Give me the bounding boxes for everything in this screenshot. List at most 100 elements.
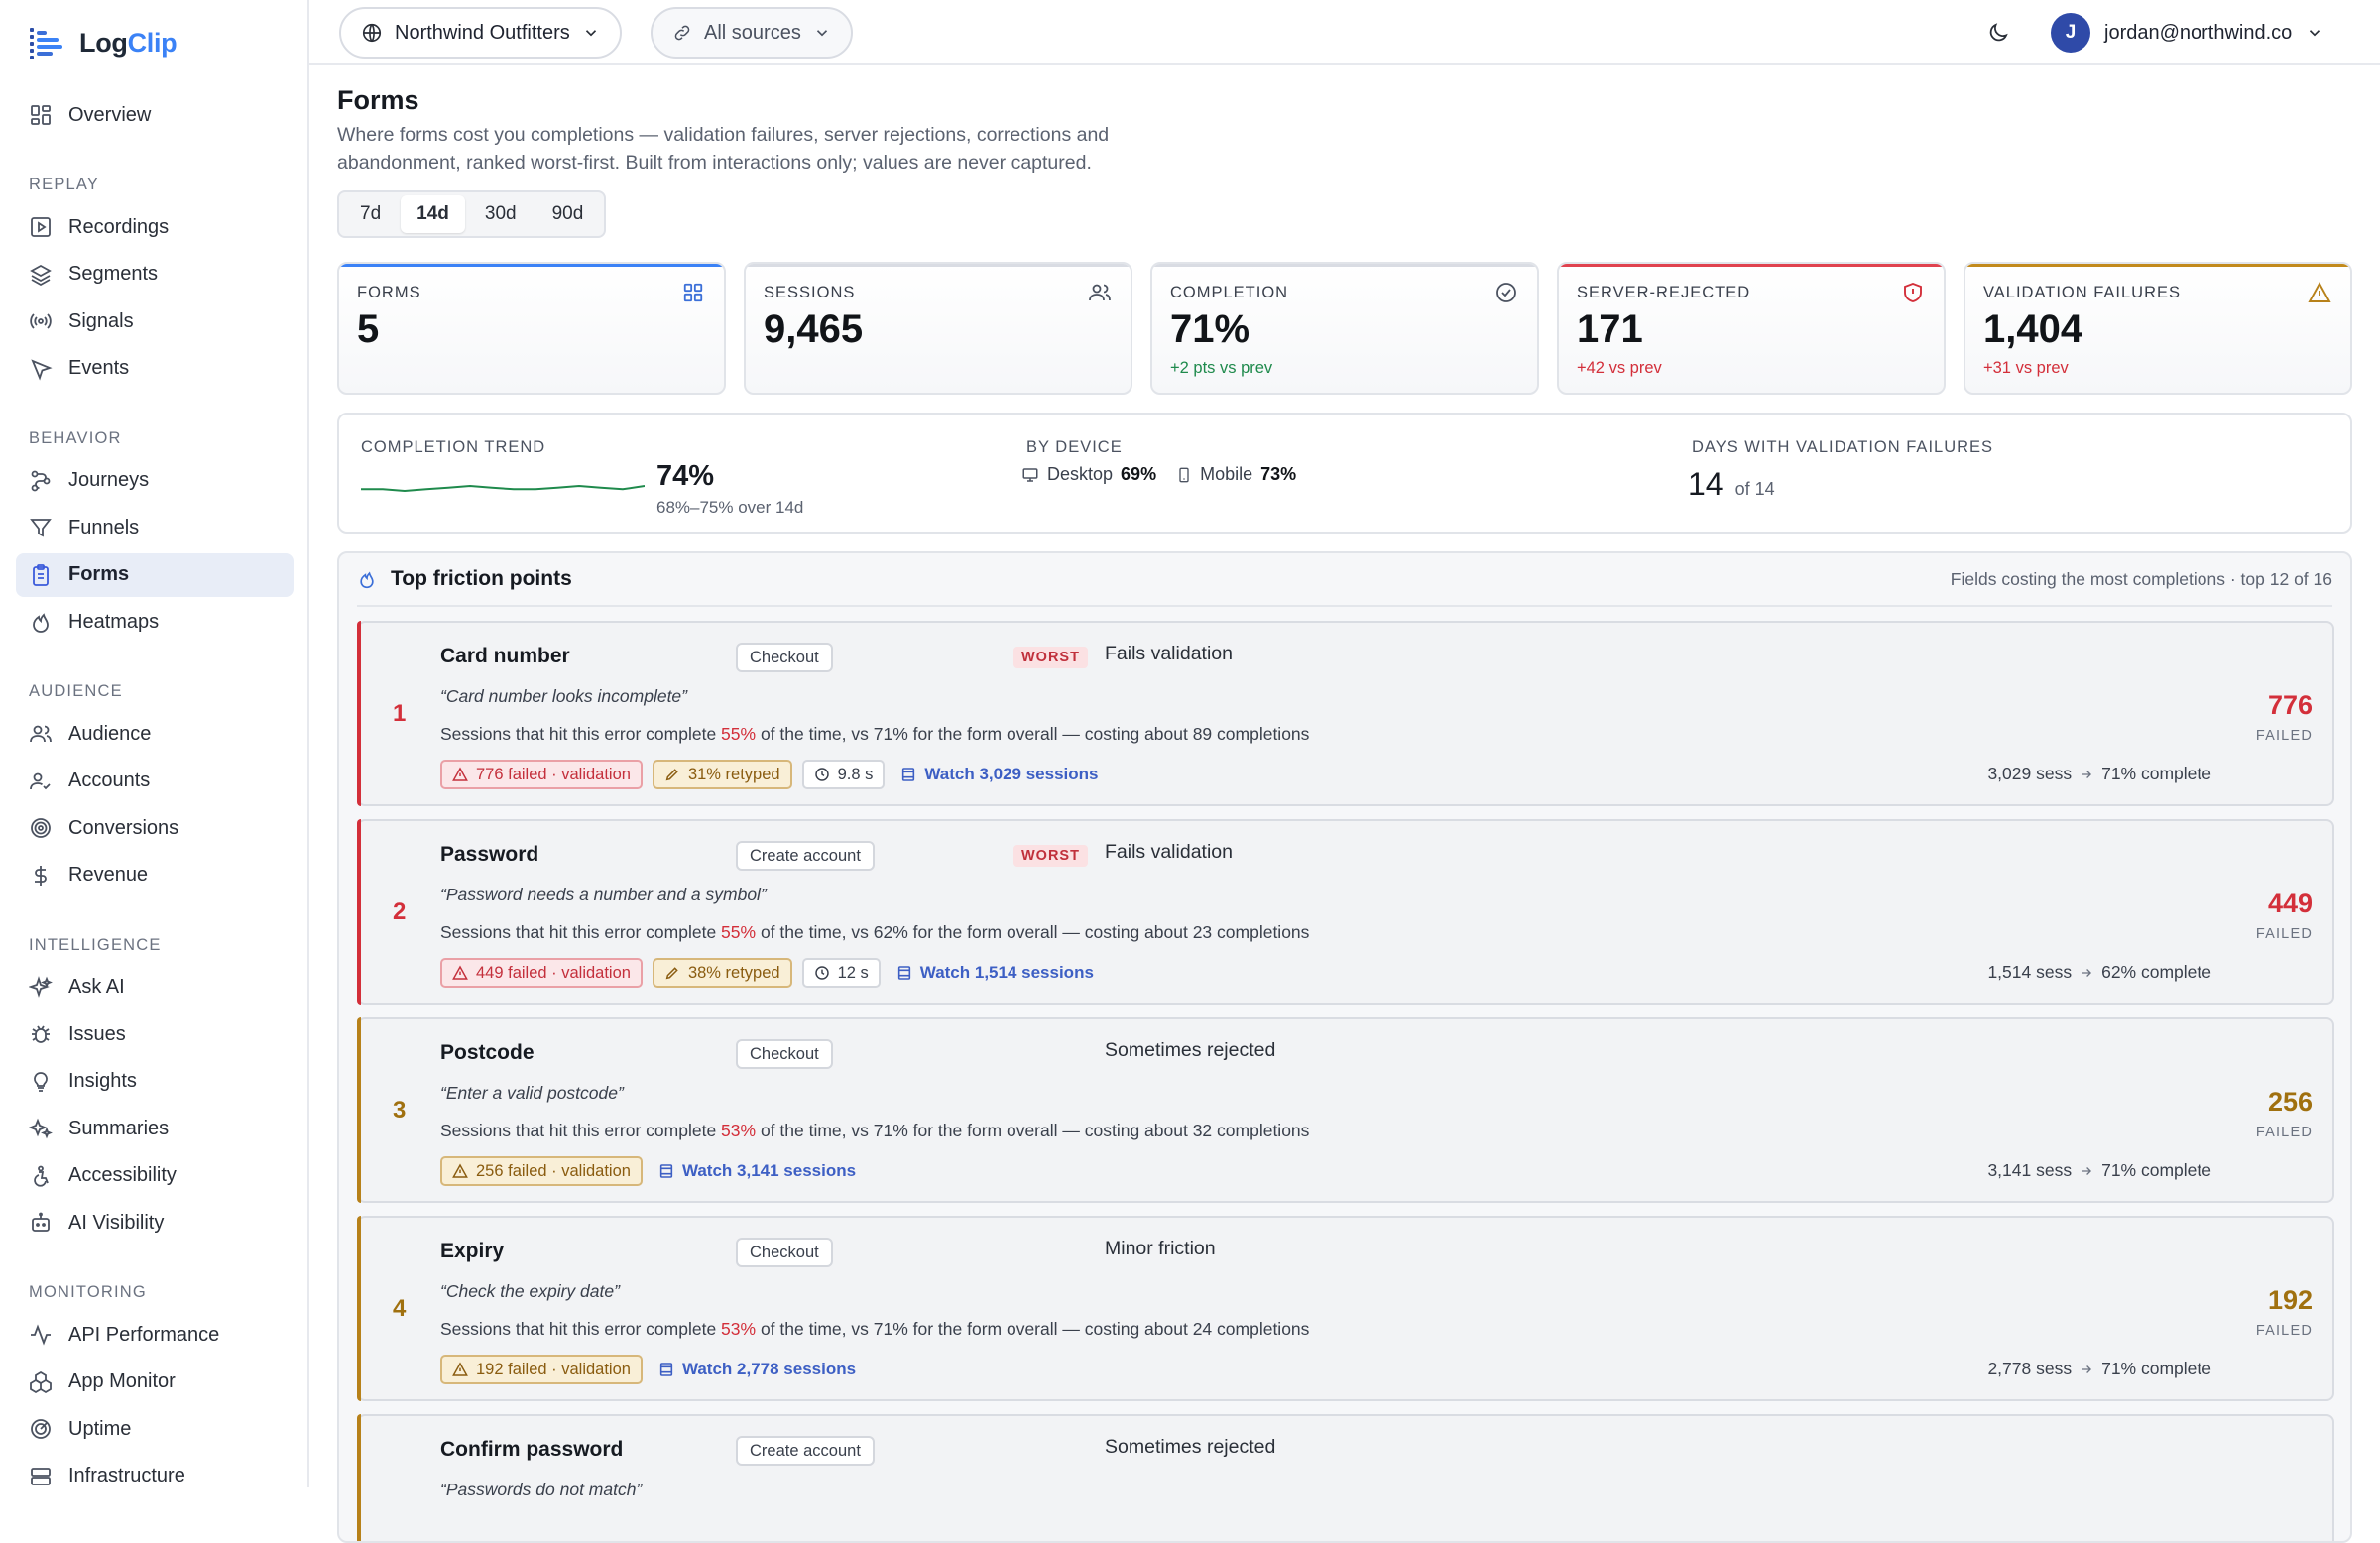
sidebar-item-accessibility[interactable]: Accessibility [16,1154,294,1198]
rank: 4 [393,1295,407,1322]
lightbulb-icon [28,1069,54,1095]
trend-label: COMPLETION TREND [361,438,546,456]
session-summary: 1,514 sess 62% complete [1987,962,2211,983]
field-name: Password [440,843,539,866]
friction-card[interactable]: Confirm password Create account Sometime… [357,1414,2334,1541]
logo[interactable]: LogClip [28,24,178,61]
sidebar-item-label: Recordings [68,215,170,238]
complete-pct: 62% complete [2101,962,2211,982]
sidebar-item-signals[interactable]: Signals [16,299,294,343]
sidebar-item-app-monitor[interactable]: App Monitor [16,1361,294,1404]
kpi-validation-failures: VALIDATION FAILURES 1,404 +31 vs prev [1964,262,2352,395]
sparkle-icon [28,975,54,1001]
watch-sessions-link[interactable]: Watch 3,029 sessions [900,765,1099,784]
sidebar: LogClip Overview REPLAY Recordings Segme… [0,0,309,1487]
chip-label: 31% retyped [687,765,780,783]
desc-part: Sessions that hit this error complete [440,1121,722,1140]
friction-card[interactable]: 3 Postcode Checkout Sometimes rejected “… [357,1017,2334,1203]
sidebar-item-audience[interactable]: Audience [16,712,294,756]
logo-text-b: Clip [127,27,178,58]
broadcast-icon [28,308,54,334]
sidebar-item-segments[interactable]: Segments [16,253,294,297]
sidebar-item-ask-ai[interactable]: Ask AI [16,966,294,1009]
sidebar-item-api-performance[interactable]: API Performance [16,1313,294,1357]
globe-icon [361,22,383,44]
link-icon [672,23,692,43]
logo-text: LogClip [79,27,178,59]
severity-bar [357,819,361,1005]
sidebar-nav: Overview REPLAY Recordings Segments Sign… [16,93,294,1501]
watch-sessions-link[interactable]: Watch 3,141 sessions [658,1161,856,1181]
chevron-down-icon [582,24,600,42]
watch-sessions-link[interactable]: Watch 2,778 sessions [658,1360,856,1379]
kpi-server-rejected: SERVER-REJECTED 171 +42 vs prev [1557,262,1946,395]
warning-icon [452,767,468,781]
clock-icon [814,966,829,980]
chip-label: 776 failed · validation [476,765,631,783]
friction-card[interactable]: 2 Password Create account WORST Fails va… [357,819,2334,1005]
session-summary: 2,778 sess 71% complete [1987,1359,2211,1379]
sidebar-item-uptime[interactable]: Uptime [16,1407,294,1451]
sidebar-item-accounts[interactable]: Accounts [16,760,294,803]
sidebar-item-recordings[interactable]: Recordings [16,205,294,249]
sidebar-item-journeys[interactable]: Journeys [16,459,294,503]
kpi-value: 9,465 [764,307,864,351]
activity-icon [28,1322,54,1348]
desc-part: of the time, vs 71% for the form overall… [756,1319,1310,1339]
clipboard-icon [28,562,54,588]
sidebar-item-forms[interactable]: Forms [16,552,294,597]
impact-description: Sessions that hit this error complete 55… [440,724,1309,745]
sidebar-item-overview[interactable]: Overview [16,93,294,137]
friction-card[interactable]: 4 Expiry Checkout Minor friction “Check … [357,1216,2334,1401]
nav-section-monitoring: MONITORING [29,1283,147,1301]
sidebar-item-heatmaps[interactable]: Heatmaps [16,600,294,644]
sidebar-item-label: Forms [68,563,130,585]
sidebar-item-summaries[interactable]: Summaries [16,1107,294,1150]
users-icon [1087,280,1113,305]
sidebar-item-label: Summaries [68,1117,170,1139]
grid-icon [28,102,54,128]
sources-selector[interactable]: All sources [651,7,853,59]
user-menu[interactable]: J jordan@northwind.co [2051,12,2323,54]
theme-toggle-button[interactable] [1981,16,2015,50]
sidebar-item-ai-visibility[interactable]: AI Visibility [16,1201,294,1245]
clock-icon [814,768,829,781]
kpi-accent-bar [1559,264,1944,267]
error-message: “Enter a valid postcode” [440,1083,624,1103]
range-90d[interactable]: 90d [536,195,600,233]
friction-header: Top friction points Fields costing the m… [357,553,2332,607]
workspace-selector[interactable]: Northwind Outfitters [339,7,622,59]
sidebar-item-issues[interactable]: Issues [16,1012,294,1056]
server-icon [28,1464,54,1489]
mobile-label: Mobile [1200,464,1253,484]
retyped-chip: 31% retyped [652,760,792,789]
failed-chip: 776 failed · validation [440,760,643,789]
sidebar-item-events[interactable]: Events [16,347,294,391]
completion-sparkline [361,484,645,493]
kpi-label: SERVER-REJECTED [1577,284,1751,301]
sidebar-item-insights[interactable]: Insights [16,1060,294,1104]
friction-card[interactable]: 1 Card number Checkout WORST Fails valid… [357,621,2334,806]
severity-bar [357,1017,361,1203]
complete-pct: 71% complete [2101,764,2211,783]
watch-sessions-link[interactable]: Watch 1,514 sessions [896,963,1094,983]
range-14d[interactable]: 14d [401,195,465,233]
sources-label: All sources [704,21,801,44]
chip-label: 449 failed · validation [476,963,631,982]
time-chip: 12 s [801,958,881,988]
desc-part: Sessions that hit this error complete [440,724,722,744]
sidebar-item-infrastructure[interactable]: Infrastructure [16,1455,294,1498]
failed-chip: 256 failed · validation [440,1156,643,1186]
chevron-down-icon [813,24,831,42]
range-30d[interactable]: 30d [469,195,533,233]
trend-value: 74% [656,460,715,492]
sidebar-item-conversions[interactable]: Conversions [16,806,294,850]
target-icon [28,815,54,841]
sidebar-item-label: Journeys [68,469,150,491]
form-tag: Checkout [736,1238,833,1267]
sidebar-item-funnels[interactable]: Funnels [16,506,294,549]
desktop-label: Desktop [1047,464,1114,484]
range-7d[interactable]: 7d [344,195,397,233]
sidebar-item-revenue[interactable]: Revenue [16,854,294,897]
kpi-sessions: SESSIONS 9,465 [744,262,1132,395]
